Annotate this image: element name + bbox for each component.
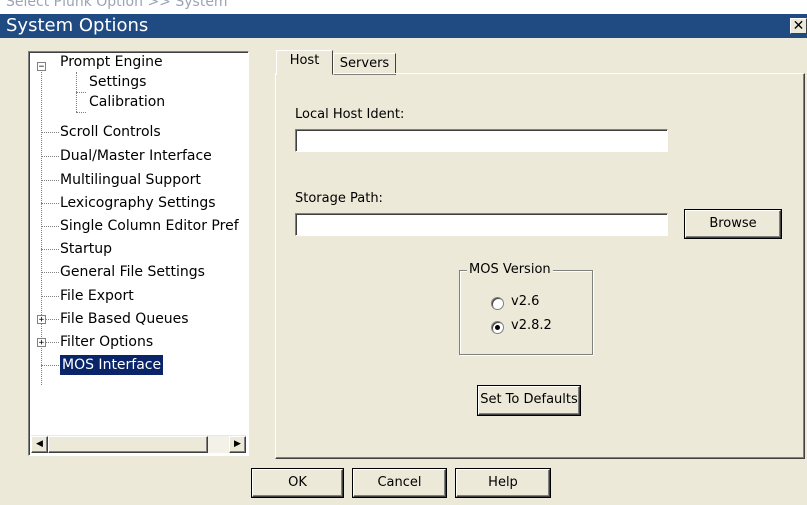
tree-connector (41, 180, 59, 181)
tree-item-startup[interactable]: Startup (60, 239, 112, 259)
tree-horizontal-scrollbar[interactable]: ◀ ▶ (31, 435, 246, 453)
scrollbar-thumb[interactable] (48, 436, 208, 453)
tree-connector (41, 249, 59, 250)
mos-version-group: MOS Version v2.6 v2.8.2 (459, 262, 593, 355)
scroll-left-button[interactable]: ◀ (31, 436, 48, 453)
tree-connector (41, 296, 59, 297)
window-title: System Options (6, 15, 149, 36)
close-button[interactable]: ✕ (790, 18, 807, 34)
tree-connector (41, 365, 59, 366)
mos-v282-label[interactable]: v2.8.2 (511, 318, 552, 333)
tree-connector (41, 272, 59, 273)
mos-v26-radio[interactable] (491, 297, 504, 310)
tree-connector (41, 156, 59, 157)
mos-v26-label[interactable]: v2.6 (511, 294, 539, 309)
tree-connector (46, 342, 59, 343)
tree-item-calibration[interactable]: Calibration (89, 92, 165, 112)
mos-version-label: MOS Version (467, 262, 553, 277)
tree-item-scroll-controls[interactable]: Scroll Controls (60, 122, 161, 142)
scroll-right-button[interactable]: ▶ (229, 436, 246, 453)
background-caption: Select Plunk Option >> System (6, 0, 228, 10)
storage-path-input[interactable] (295, 213, 668, 236)
arrow-left-icon: ◀ (36, 439, 43, 449)
tab-servers[interactable]: Servers (333, 53, 396, 75)
options-tree[interactable]: − Prompt Engine Settings Calibration Scr… (28, 51, 249, 456)
tab-host[interactable]: Host (276, 50, 333, 75)
radio-selected-icon (495, 325, 500, 330)
cancel-button[interactable]: Cancel (353, 469, 446, 497)
tree-item-filter-options[interactable]: Filter Options (60, 332, 153, 352)
tree-item-multilingual-support[interactable]: Multilingual Support (60, 170, 201, 190)
tree-item-dual-master-interface[interactable]: Dual/Master Interface (60, 146, 212, 166)
expand-icon[interactable]: + (37, 338, 46, 348)
title-bar[interactable]: System Options ✕ (0, 14, 807, 38)
tree-item-file-export[interactable]: File Export (60, 286, 134, 306)
arrow-right-icon: ▶ (234, 439, 241, 449)
tree-connector (76, 112, 86, 113)
ok-button[interactable]: OK (252, 469, 343, 497)
local-host-ident-input[interactable] (295, 129, 668, 152)
mos-v282-radio[interactable] (491, 321, 504, 334)
collapse-icon[interactable]: − (37, 62, 46, 72)
host-tab-panel: Local Host Ident: Storage Path: Browse M… (275, 73, 805, 459)
tree-item-file-based-queues[interactable]: File Based Queues (60, 309, 189, 329)
local-host-ident-label: Local Host Ident: (295, 107, 405, 122)
tree-item-single-column-editor[interactable]: Single Column Editor Pref (60, 216, 239, 236)
tree-item-prompt-engine[interactable]: Prompt Engine (60, 52, 163, 72)
tree-connector (41, 203, 59, 204)
tree-item-lexicography-settings[interactable]: Lexicography Settings (60, 193, 216, 213)
tree-item-settings[interactable]: Settings (89, 72, 146, 92)
tree-item-general-file-settings[interactable]: General File Settings (60, 262, 205, 282)
tree-item-mos-interface[interactable]: MOS Interface (58, 354, 165, 376)
tree-connector (46, 319, 59, 320)
expand-icon[interactable]: + (37, 315, 46, 325)
tree-connector (76, 92, 86, 93)
browse-button[interactable]: Browse (685, 210, 781, 238)
help-button[interactable]: Help (456, 469, 550, 497)
set-to-defaults-button[interactable]: Set To Defaults (478, 386, 580, 415)
tree-connector (41, 132, 59, 133)
storage-path-label: Storage Path: (295, 191, 383, 206)
background-window-strip: Select Plunk Option >> System (0, 0, 807, 14)
close-icon: ✕ (792, 18, 805, 34)
tree-connector (41, 226, 59, 227)
